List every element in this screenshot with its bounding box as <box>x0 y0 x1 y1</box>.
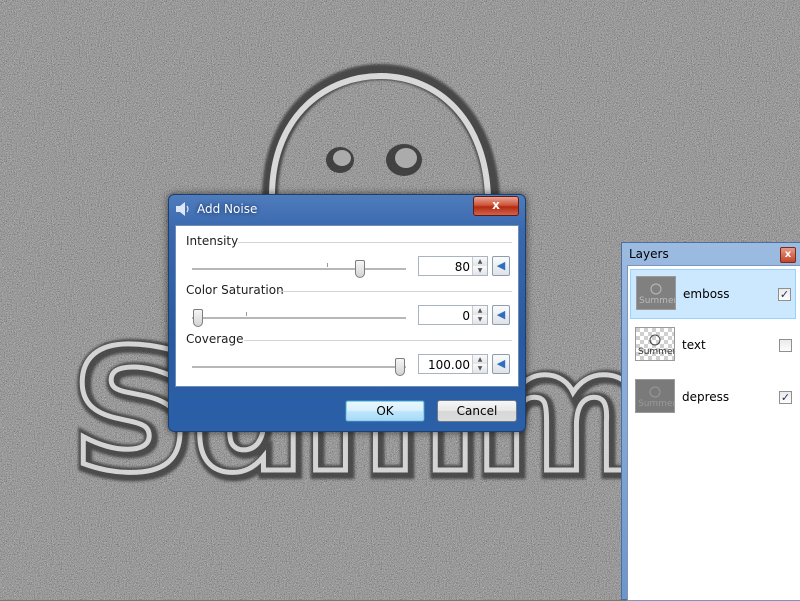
slider-track <box>192 317 406 320</box>
coverage-label: Coverage <box>186 332 244 346</box>
layers-list: Summer emboss ✓ Summer text Summer depre… <box>627 265 800 601</box>
close-icon: x <box>784 249 792 260</box>
intensity-reset-button[interactable]: ◀ <box>492 256 510 276</box>
cancel-button[interactable]: Cancel <box>437 400 517 422</box>
spin-down-icon[interactable]: ▼ <box>473 315 487 324</box>
slider-track <box>192 366 406 369</box>
ok-button[interactable]: OK <box>345 400 425 422</box>
coverage-reset-button[interactable]: ◀ <box>492 354 510 374</box>
intensity-label: Intensity <box>186 234 239 248</box>
add-noise-dialog: Add Noise x Intensity 80 ▲ ▼ ◀ Color Sat… <box>168 194 526 432</box>
layer-item-depress[interactable]: Summer depress ✓ <box>630 373 796 423</box>
coverage-spinbox[interactable]: 100.00 ▲ ▼ <box>418 354 488 374</box>
layer-item-emboss[interactable]: Summer emboss ✓ <box>630 269 796 319</box>
layer-visibility-checkbox[interactable]: ✓ <box>778 288 791 301</box>
dialog-title: Add Noise <box>197 202 258 216</box>
intensity-spinbox[interactable]: 80 ▲ ▼ <box>418 256 488 276</box>
slider-thumb[interactable] <box>193 309 203 327</box>
color-saturation-value[interactable]: 0 <box>462 309 470 323</box>
layer-thumbnail: Summer <box>635 379 675 413</box>
layer-name[interactable]: emboss <box>683 287 730 301</box>
intensity-slider[interactable] <box>192 260 406 280</box>
coverage-group: Coverage 100.00 ▲ ▼ ◀ <box>186 332 512 380</box>
reset-arrow-icon: ◀ <box>496 259 506 272</box>
slider-thumb[interactable] <box>354 260 365 278</box>
slider-tick <box>326 263 328 267</box>
spin-down-icon[interactable]: ▼ <box>473 266 487 275</box>
slider-tick <box>245 312 247 316</box>
spin-arrows[interactable]: ▲ ▼ <box>472 306 487 324</box>
spin-arrows[interactable]: ▲ ▼ <box>472 355 487 373</box>
reset-arrow-icon: ◀ <box>496 357 506 370</box>
layer-thumbnail: Summer <box>635 327 675 361</box>
checkmark-icon: ✓ <box>779 288 790 301</box>
layer-thumbnail: Summer <box>636 276 676 310</box>
dialog-close-button[interactable]: x <box>473 196 519 216</box>
spin-up-icon[interactable]: ▲ <box>473 257 487 266</box>
group-divider <box>238 242 512 243</box>
slider-thumb[interactable] <box>395 358 405 376</box>
thumbnail-text: Summer <box>638 347 674 357</box>
speaker-icon <box>176 202 189 216</box>
layer-visibility-checkbox[interactable] <box>779 339 792 352</box>
spin-up-icon[interactable]: ▲ <box>473 306 487 315</box>
dialog-content: Intensity 80 ▲ ▼ ◀ Color Saturation 0 ▲ … <box>175 225 519 387</box>
reset-arrow-icon: ◀ <box>496 308 506 321</box>
close-icon: x <box>492 198 500 212</box>
color-saturation-group: Color Saturation 0 ▲ ▼ ◀ <box>186 283 512 331</box>
group-divider <box>278 291 512 292</box>
layer-visibility-checkbox[interactable]: ✓ <box>779 391 792 404</box>
color-saturation-reset-button[interactable]: ◀ <box>492 305 510 325</box>
layer-name[interactable]: depress <box>682 390 729 404</box>
intensity-group: Intensity 80 ▲ ▼ ◀ <box>186 234 512 282</box>
layer-item-text[interactable]: Summer text <box>630 321 796 371</box>
spin-arrows[interactable]: ▲ ▼ <box>472 257 487 275</box>
thumbnail-text: Summer <box>639 296 675 306</box>
layers-panel-title: Layers <box>629 247 669 261</box>
slider-track <box>192 268 406 271</box>
intensity-value[interactable]: 80 <box>455 260 470 274</box>
color-saturation-label: Color Saturation <box>186 283 284 297</box>
coverage-slider[interactable] <box>192 358 406 378</box>
spin-up-icon[interactable]: ▲ <box>473 355 487 364</box>
color-saturation-spinbox[interactable]: 0 ▲ ▼ <box>418 305 488 325</box>
checkmark-icon: ✓ <box>780 391 791 404</box>
spin-down-icon[interactable]: ▼ <box>473 364 487 373</box>
thumbnail-text: Summer <box>638 399 674 409</box>
coverage-value[interactable]: 100.00 <box>428 358 470 372</box>
layer-name[interactable]: text <box>682 338 706 352</box>
dialog-titlebar[interactable]: Add Noise x <box>169 195 525 223</box>
group-divider <box>244 340 512 341</box>
color-saturation-slider[interactable] <box>192 309 406 329</box>
layers-panel-close-button[interactable]: x <box>780 247 796 263</box>
layers-panel: Layers x Summer emboss ✓ Summer text Sum… <box>621 242 800 601</box>
